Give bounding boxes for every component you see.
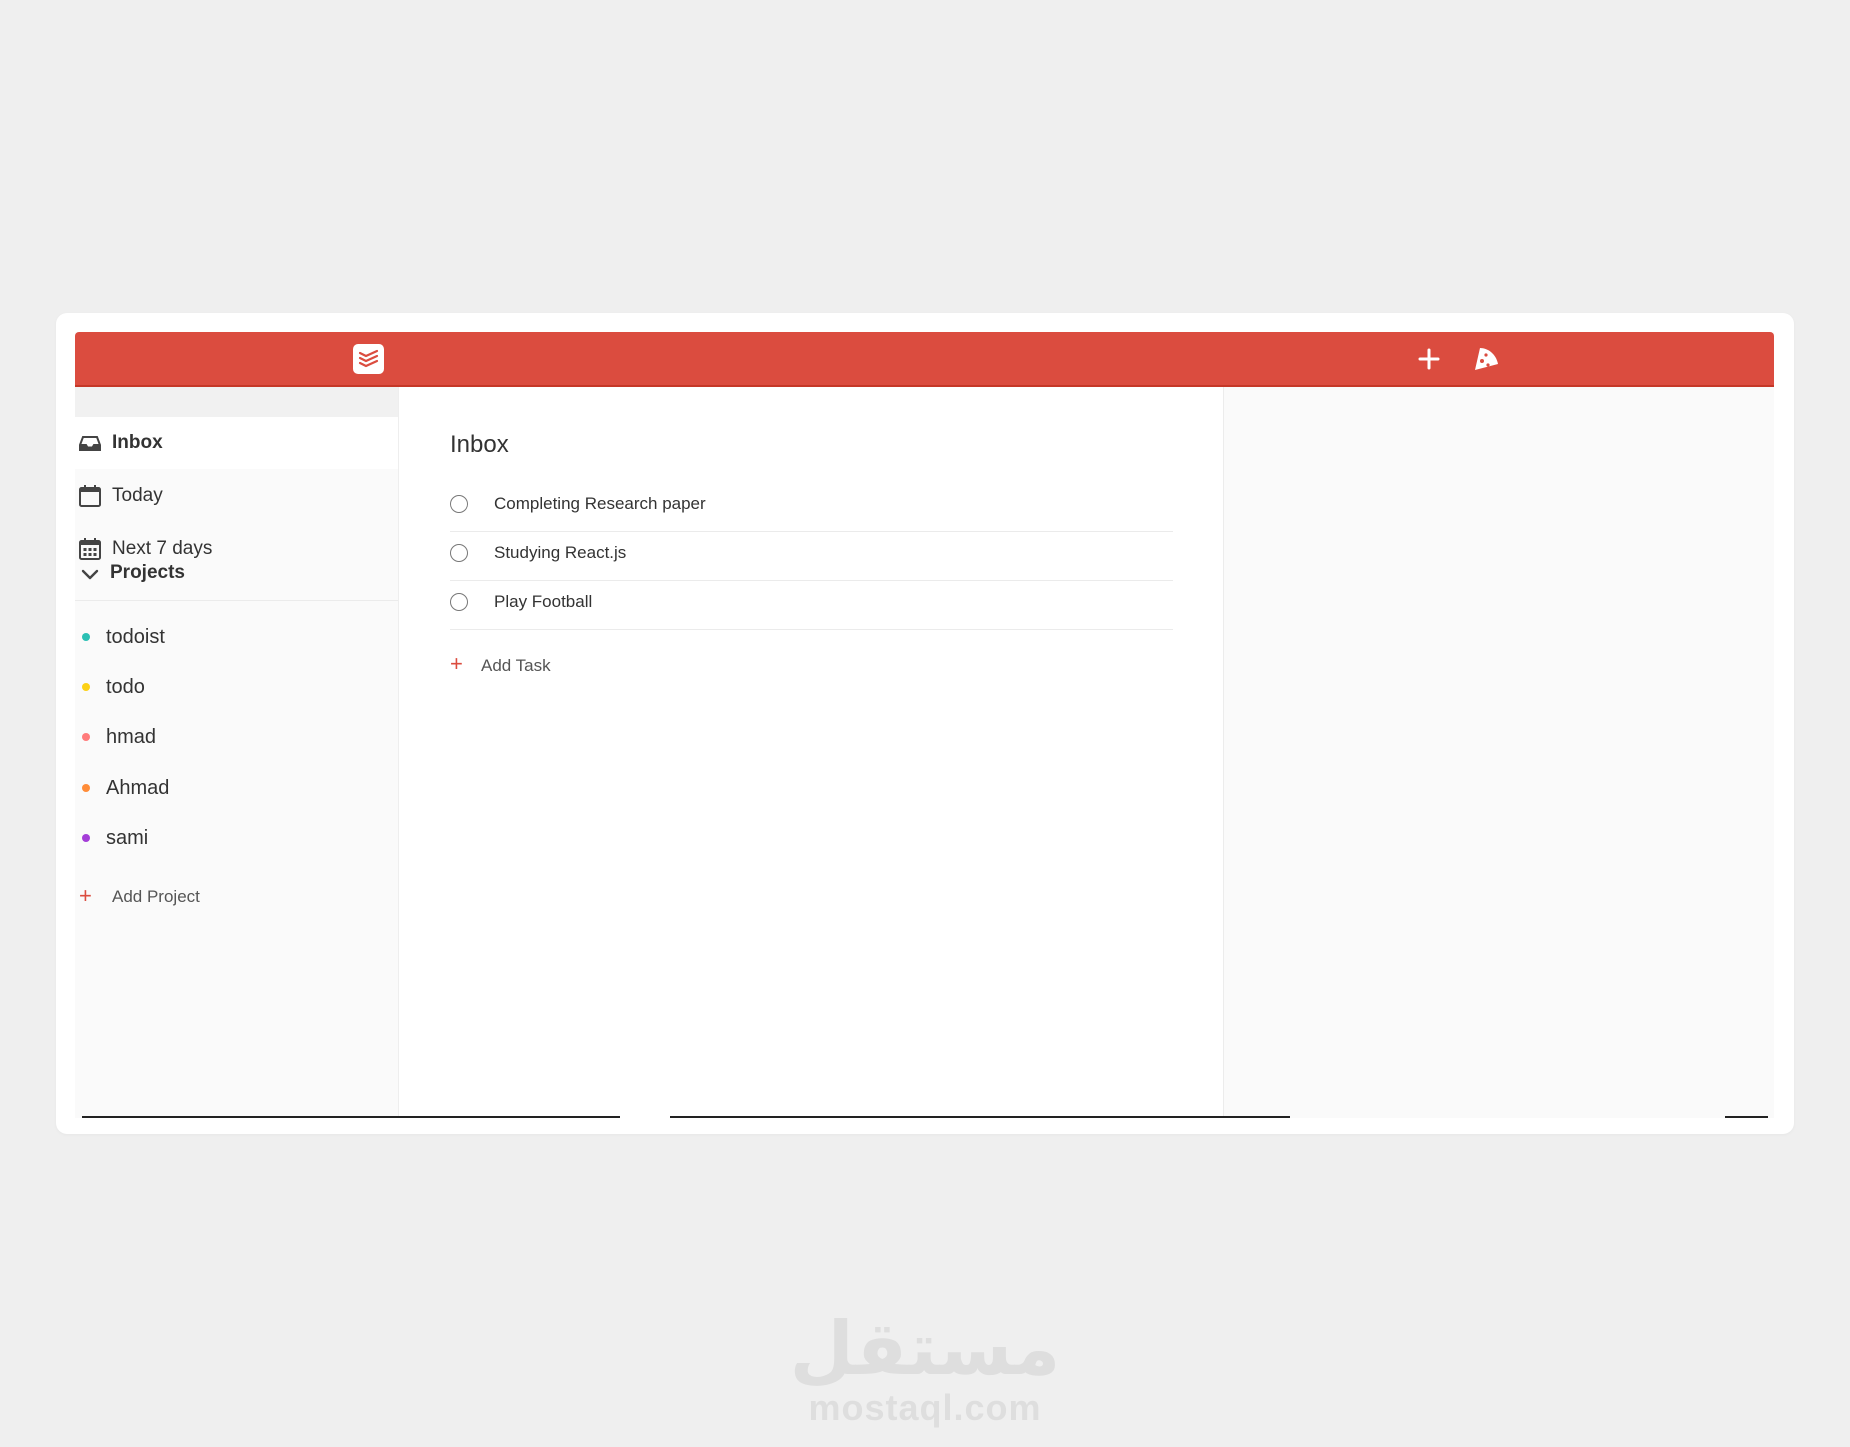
task-checkbox[interactable] [450,495,468,513]
add-task-label: Add Task [481,656,551,675]
projects-heading: Projects [110,562,185,583]
todoist-logo-icon[interactable] [353,344,384,374]
watermark-arabic: مستقل [789,1306,1061,1392]
projects-toggle[interactable]: Projects [75,548,398,601]
project-color-dot [82,733,90,741]
watermark-latin: mostaql.com [808,1387,1042,1428]
watermark: مستقل mostaql.com [0,1310,1850,1428]
add-task-button[interactable]: + Add Task [450,651,650,685]
page-title: Inbox [450,431,509,458]
task-label[interactable]: Completing Research paper [494,494,706,514]
sidebar-item-label: Inbox [112,432,163,453]
calendar-icon [77,483,103,509]
plus-icon[interactable] [1412,342,1446,376]
inbox-icon [77,430,103,456]
sidebar-item-today[interactable]: Today [75,470,398,522]
project-item-hmad[interactable]: hmad [75,715,398,759]
sidebar: Inbox Today Next 7 days Projects todoist… [75,387,399,1118]
todo-app: Inbox Today Next 7 days Projects todoist… [75,332,1774,1118]
task-row: Studying React.js [450,531,1173,581]
bottom-scroll-line [1725,1116,1768,1118]
project-item-sami[interactable]: sami [75,816,398,860]
task-label[interactable]: Studying React.js [494,543,626,563]
project-color-dot [82,683,90,691]
task-label[interactable]: Play Football [494,592,592,612]
project-label: todoist [106,626,165,648]
sidebar-item-inbox[interactable]: Inbox [75,417,398,469]
project-color-dot [82,784,90,792]
top-bar [75,332,1774,387]
main-content: Inbox Completing Research paper Studying… [399,387,1224,1118]
add-project-label: Add Project [112,887,200,906]
project-label: Ahmad [106,777,170,799]
task-checkbox[interactable] [450,593,468,611]
project-item-ahmad[interactable]: Ahmad [75,766,398,810]
plus-icon: + [450,651,463,676]
project-item-todoist[interactable]: todoist [75,615,398,659]
task-row: Play Football [450,580,1173,630]
plus-icon: + [79,883,92,908]
project-label: todo [106,676,145,698]
bottom-scroll-line [82,1116,620,1118]
sidebar-item-label: Today [112,485,163,506]
task-checkbox[interactable] [450,544,468,562]
project-label: sami [106,827,149,849]
task-row: Completing Research paper [450,482,1173,532]
detail-pane [1224,387,1774,1118]
project-color-dot [82,834,90,842]
chevron-down-icon [77,561,103,587]
bottom-scroll-line [670,1116,1290,1118]
sidebar-top-strip [75,387,398,417]
project-label: hmad [106,726,157,748]
add-project-button[interactable]: + Add Project [75,880,335,916]
pizza-slice-icon[interactable] [1469,342,1503,376]
project-item-todo[interactable]: todo [75,665,398,709]
project-color-dot [82,633,90,641]
